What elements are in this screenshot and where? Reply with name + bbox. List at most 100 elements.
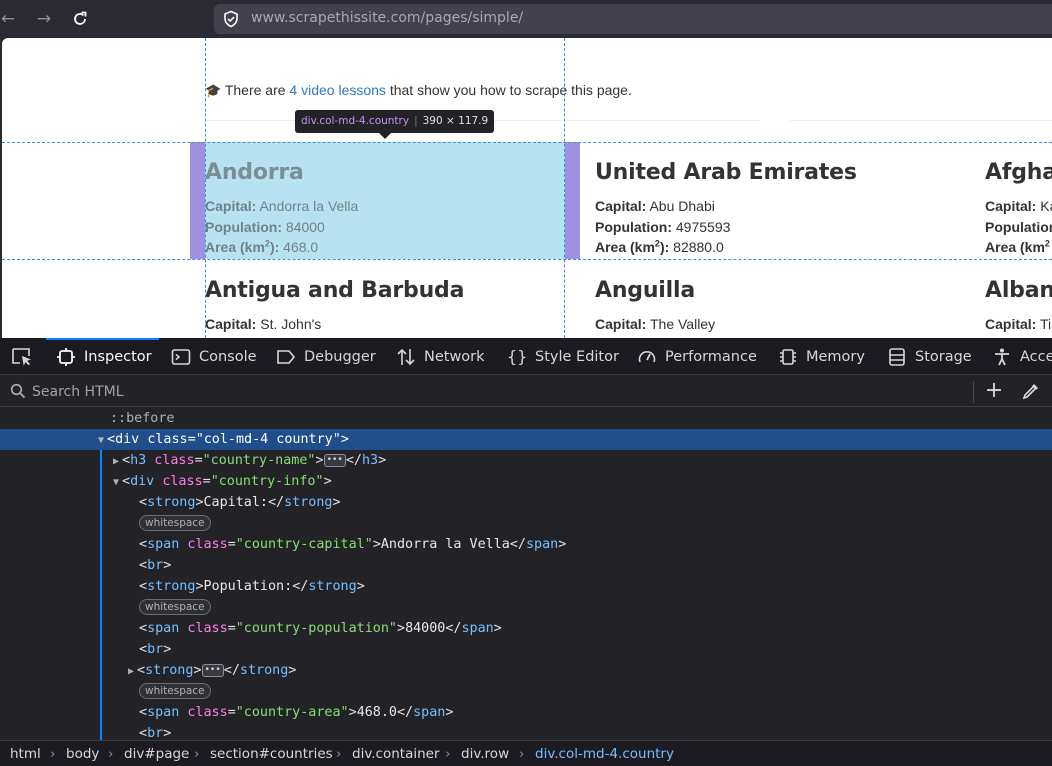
tag-name: span	[461, 621, 494, 636]
capital-label: Capital:	[205, 198, 257, 214]
country-card[interactable]: United Arab Emirates Capital: Abu Dhabi …	[595, 160, 857, 258]
country-card[interactable]: Andorra Capital: Andorra la Vella Popula…	[205, 160, 358, 258]
whitespace-badge[interactable]: whitespace	[139, 683, 211, 699]
tree-node-span[interactable]: <span class="country-capital">Andorra la…	[0, 534, 1052, 555]
tab-style-editor[interactable]: {} Style Editor	[507, 338, 619, 375]
tab-storage[interactable]: Storage	[887, 338, 972, 375]
tab-console[interactable]: Console	[171, 338, 257, 375]
tooltip-dimensions: 390 × 117.9	[422, 115, 489, 127]
area-label-text: Area (km	[985, 239, 1045, 255]
highlight-padding-left	[190, 142, 205, 259]
chevron-right-icon: ›	[336, 746, 342, 762]
chevron-right-icon: ›	[194, 746, 200, 762]
devtools-tabbar: Inspector Console Debugger Network {} St…	[0, 338, 1052, 375]
back-arrow-icon[interactable]: ←	[0, 9, 18, 29]
attr-value: "country-capital"	[235, 537, 373, 552]
capital-label: Capital:	[985, 198, 1037, 214]
country-card[interactable]: Albani Capital: Ti	[985, 278, 1052, 335]
tab-label: Performance	[665, 348, 757, 365]
expand-arrow-icon[interactable]: ▶	[110, 451, 122, 472]
attr-value: "country-population"	[235, 621, 397, 636]
tree-node-br[interactable]: <br>	[0, 555, 1052, 576]
country-card[interactable]: Anguilla Capital: The Valley	[595, 278, 715, 335]
eyedropper-icon[interactable]	[1021, 381, 1041, 401]
tab-label: Acce	[1020, 348, 1052, 365]
country-card[interactable]: Afghan Capital: Ka Population: Area (km2	[985, 160, 1052, 258]
url-bar[interactable]: www.scrapethissite.com/pages/simple/	[214, 4, 1052, 34]
tree-node-before[interactable]: ::before	[0, 408, 1052, 429]
lessons-notice: 🎓 There are 4 video lessons that show yo…	[205, 82, 632, 99]
video-lessons-link[interactable]: 4 video lessons	[289, 82, 386, 98]
breadcrumb-item[interactable]: div.container	[352, 746, 440, 762]
country-info: Capital: The Valley	[595, 314, 715, 335]
tab-memory[interactable]: Memory	[778, 338, 865, 375]
guide-line-top	[2, 142, 1052, 143]
tree-node-strong-collapsed[interactable]: ▶ <strong> ••• </strong>	[0, 660, 1052, 681]
collapsed-content-badge[interactable]: •••	[201, 663, 224, 677]
country-info: Capital: Ti	[985, 314, 1052, 335]
tab-debugger[interactable]: Debugger	[276, 338, 376, 375]
tree-node-br[interactable]: <br>	[0, 639, 1052, 660]
tree-node-selected[interactable]: ▼ <div class="col-md-4 country">	[0, 429, 1052, 450]
country-population: 84000	[285, 218, 325, 235]
attr-value: "col-md-4 country"	[195, 432, 341, 447]
tree-node-strong[interactable]: <strong>Capital:</strong>	[0, 492, 1052, 513]
debugger-icon	[277, 349, 296, 364]
memory-chip-icon	[780, 348, 796, 365]
tree-node-span[interactable]: <span class="country-population">84000</…	[0, 618, 1052, 639]
country-card[interactable]: Antigua and Barbuda Capital: St. John's	[205, 278, 464, 335]
tab-network[interactable]: Network	[396, 338, 485, 375]
devtools-panel: Inspector Console Debugger Network {} St…	[0, 338, 1052, 766]
tab-accessibility[interactable]: Acce	[992, 338, 1052, 375]
collapse-arrow-icon[interactable]: ▼	[95, 430, 107, 451]
whitespace-badge[interactable]: whitespace	[139, 515, 211, 531]
shield-icon[interactable]	[222, 10, 240, 28]
reload-icon[interactable]	[70, 9, 90, 29]
tree-node-br[interactable]: <br>	[0, 723, 1052, 740]
page-viewport: 🎓 There are 4 video lessons that show yo…	[2, 38, 1052, 338]
tooltip-separator: |	[414, 115, 418, 127]
tree-node-span[interactable]: <span class="country-area">468.0</span>	[0, 702, 1052, 723]
storage-icon	[889, 347, 905, 366]
search-html-input[interactable]	[32, 382, 632, 402]
whitespace-badge[interactable]: whitespace	[139, 599, 211, 615]
breadcrumb-item-current[interactable]: div.col-md-4.country	[535, 746, 674, 762]
collapsed-content-badge[interactable]: •••	[323, 453, 346, 467]
country-capital: The Valley	[649, 316, 716, 332]
markup-tree: ::before ▼ <div class="col-md-4 country">…	[0, 408, 1052, 740]
tag-name: strong	[145, 663, 194, 678]
breadcrumb-item[interactable]: body	[66, 746, 99, 762]
url-text[interactable]: www.scrapethissite.com/pages/simple/	[251, 10, 523, 26]
element-picker-icon[interactable]	[11, 347, 33, 367]
tab-label: Style Editor	[535, 348, 619, 365]
expand-arrow-icon[interactable]: ▶	[125, 661, 137, 682]
tree-node-whitespace[interactable]: whitespace	[0, 513, 1052, 534]
tag-name: span	[147, 621, 180, 636]
tree-node-whitespace[interactable]: whitespace	[0, 597, 1052, 618]
tree-node-h3[interactable]: ▶ <h3 class="country-name"> ••• </h3>	[0, 450, 1052, 471]
breadcrumb-item[interactable]: html	[10, 746, 41, 762]
guide-line-left	[205, 38, 206, 338]
country-info: Capital: Ka Population: Area (km2	[985, 196, 1052, 258]
tree-node-whitespace[interactable]: whitespace	[0, 681, 1052, 702]
forward-arrow-icon[interactable]: →	[34, 9, 54, 29]
tab-inspector[interactable]: Inspector	[46, 338, 159, 375]
breadcrumb-item[interactable]: div.row	[461, 746, 509, 762]
gauge-icon	[638, 350, 656, 362]
tree-node-country-info[interactable]: ▼ <div class="country-info">	[0, 471, 1052, 492]
tab-label: Network	[424, 348, 485, 365]
tag-name: div	[115, 432, 140, 447]
country-info: Capital: St. John's	[205, 314, 464, 335]
breadcrumb-item[interactable]: div#page	[124, 746, 189, 762]
area-label-end: ):	[269, 239, 280, 255]
country-name: Andorra	[205, 160, 304, 185]
tree-node-strong[interactable]: <strong>Population:</strong>	[0, 576, 1052, 597]
area-label-end: ):	[659, 239, 670, 255]
capital-label: Capital:	[595, 198, 647, 214]
breadcrumb-item[interactable]: section#countries	[210, 746, 333, 762]
add-node-button[interactable]: +	[983, 380, 1005, 402]
chevron-right-icon: ›	[445, 746, 451, 762]
collapse-arrow-icon[interactable]: ▼	[110, 472, 122, 493]
capital-label: Capital:	[595, 316, 647, 332]
tab-performance[interactable]: Performance	[637, 338, 757, 375]
